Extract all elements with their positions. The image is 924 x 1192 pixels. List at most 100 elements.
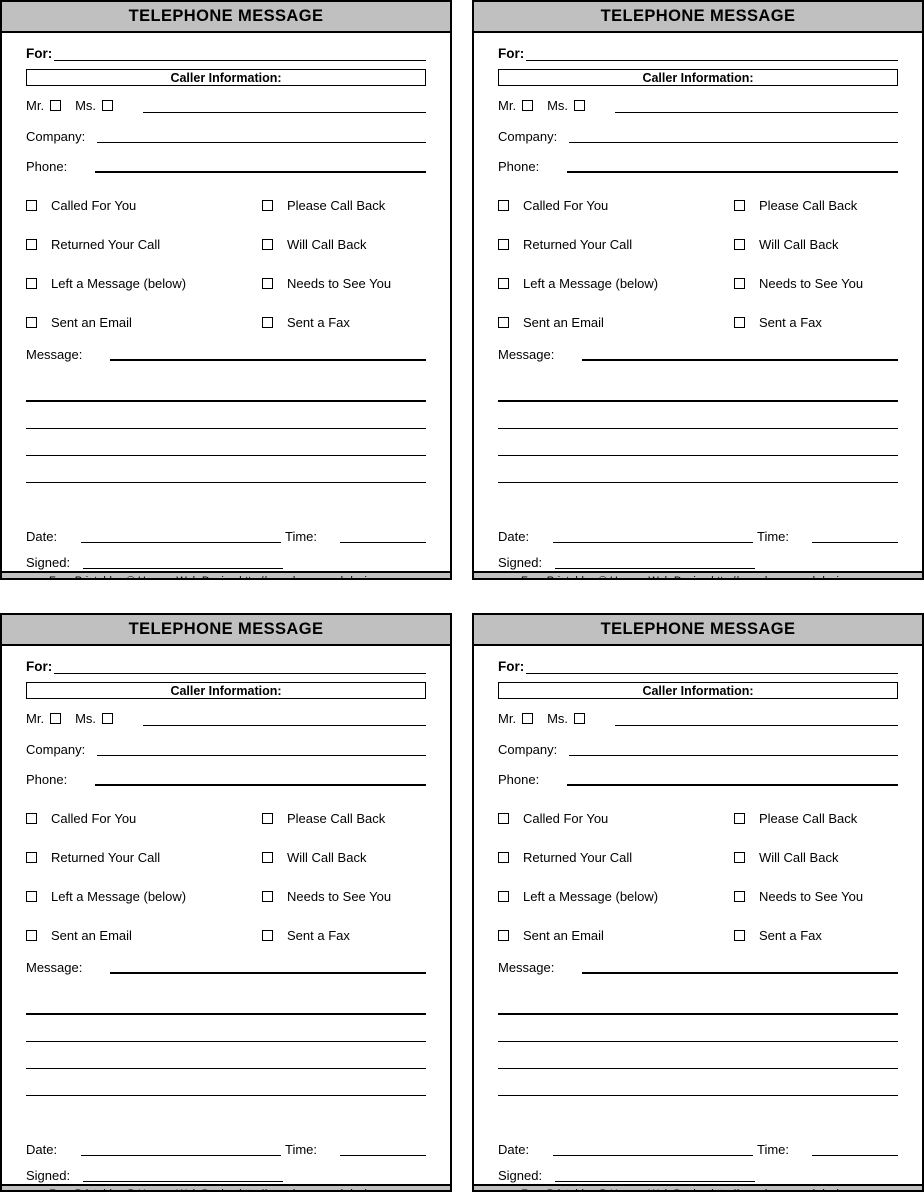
checkbox-left-a-message[interactable]: Left a Message (below) — [26, 889, 262, 904]
checkbox-box[interactable] — [262, 239, 273, 250]
message-input-line-5[interactable] — [498, 456, 898, 483]
signed-input-line[interactable] — [555, 1181, 756, 1182]
checkbox-sent-a-fax[interactable]: Sent a Fax — [262, 315, 426, 330]
checkbox-box[interactable] — [26, 930, 37, 941]
checkbox-sent-an-email[interactable]: Sent an Email — [498, 928, 734, 943]
checkbox-please-call-back[interactable]: Please Call Back — [734, 811, 898, 826]
message-input-line-4[interactable] — [498, 1042, 898, 1069]
phone-input-line[interactable] — [95, 784, 426, 786]
checkbox-needs-to-see-you[interactable]: Needs to See You — [734, 889, 898, 904]
for-input-line[interactable] — [526, 60, 898, 61]
mr-checkbox[interactable] — [522, 99, 534, 111]
message-input-line-2[interactable] — [498, 374, 898, 402]
for-input-line[interactable] — [54, 673, 426, 674]
checkbox-box[interactable] — [262, 930, 273, 941]
checkbox-returned-your-call[interactable]: Returned Your Call — [26, 850, 262, 865]
checkbox-box[interactable] — [26, 891, 37, 902]
company-input-line[interactable] — [97, 755, 426, 756]
checkbox-sent-an-email[interactable]: Sent an Email — [26, 315, 262, 330]
checkbox-box[interactable] — [262, 200, 273, 211]
checkbox-will-call-back[interactable]: Will Call Back — [734, 237, 898, 252]
company-input-line[interactable] — [569, 755, 898, 756]
date-input-line[interactable] — [81, 542, 281, 543]
checkbox-called-for-you[interactable]: Called For You — [26, 811, 262, 826]
mr-checkbox[interactable] — [50, 712, 62, 724]
checkbox-left-a-message[interactable]: Left a Message (below) — [26, 276, 262, 291]
checkbox-box[interactable] — [262, 813, 273, 824]
caller-name-input-line[interactable] — [615, 111, 898, 113]
phone-input-line[interactable] — [567, 171, 898, 173]
checkbox-needs-to-see-you[interactable]: Needs to See You — [734, 276, 898, 291]
signed-input-line[interactable] — [83, 568, 284, 569]
checkbox-will-call-back[interactable]: Will Call Back — [262, 237, 426, 252]
checkbox-box[interactable] — [26, 239, 37, 250]
message-input-line-1[interactable] — [110, 359, 426, 361]
checkbox-box[interactable] — [262, 317, 273, 328]
checkbox-box[interactable] — [26, 278, 37, 289]
checkbox-box[interactable] — [498, 278, 509, 289]
message-input-line-1[interactable] — [582, 972, 898, 974]
message-input-line-3[interactable] — [26, 1015, 426, 1042]
message-input-line-1[interactable] — [582, 359, 898, 361]
checkbox-box[interactable] — [498, 891, 509, 902]
checkbox-box[interactable] — [734, 852, 745, 863]
checkbox-box[interactable] — [734, 930, 745, 941]
message-input-line-3[interactable] — [498, 402, 898, 429]
checkbox-box[interactable] — [26, 813, 37, 824]
checkbox-box[interactable] — [498, 200, 509, 211]
time-input-line[interactable] — [812, 1155, 898, 1156]
checkbox-returned-your-call[interactable]: Returned Your Call — [498, 237, 734, 252]
checkbox-please-call-back[interactable]: Please Call Back — [262, 198, 426, 213]
checkbox-box[interactable] — [498, 317, 509, 328]
checkbox-please-call-back[interactable]: Please Call Back — [262, 811, 426, 826]
message-input-line-5[interactable] — [498, 1069, 898, 1096]
checkbox-box[interactable] — [498, 852, 509, 863]
checkbox-returned-your-call[interactable]: Returned Your Call — [498, 850, 734, 865]
date-input-line[interactable] — [553, 1155, 753, 1156]
ms-checkbox[interactable] — [102, 712, 114, 724]
message-input-line-2[interactable] — [26, 374, 426, 402]
mr-checkbox[interactable] — [522, 712, 534, 724]
message-input-line-3[interactable] — [498, 1015, 898, 1042]
time-input-line[interactable] — [812, 542, 898, 543]
checkbox-box[interactable] — [26, 852, 37, 863]
checkbox-called-for-you[interactable]: Called For You — [26, 198, 262, 213]
message-input-line-2[interactable] — [26, 987, 426, 1015]
message-input-line-1[interactable] — [110, 972, 426, 974]
phone-input-line[interactable] — [567, 784, 898, 786]
checkbox-box[interactable] — [734, 317, 745, 328]
for-input-line[interactable] — [526, 673, 898, 674]
ms-checkbox[interactable] — [102, 99, 114, 111]
checkbox-sent-a-fax[interactable]: Sent a Fax — [734, 928, 898, 943]
checkbox-please-call-back[interactable]: Please Call Back — [734, 198, 898, 213]
for-input-line[interactable] — [54, 60, 426, 61]
time-input-line[interactable] — [340, 542, 426, 543]
message-input-line-4[interactable] — [26, 1042, 426, 1069]
company-input-line[interactable] — [97, 142, 426, 143]
ms-checkbox[interactable] — [574, 712, 586, 724]
checkbox-needs-to-see-you[interactable]: Needs to See You — [262, 889, 426, 904]
company-input-line[interactable] — [569, 142, 898, 143]
checkbox-box[interactable] — [734, 891, 745, 902]
checkbox-called-for-you[interactable]: Called For You — [498, 811, 734, 826]
checkbox-box[interactable] — [734, 200, 745, 211]
checkbox-box[interactable] — [262, 852, 273, 863]
checkbox-box[interactable] — [734, 278, 745, 289]
checkbox-left-a-message[interactable]: Left a Message (below) — [498, 889, 734, 904]
checkbox-will-call-back[interactable]: Will Call Back — [734, 850, 898, 865]
checkbox-left-a-message[interactable]: Left a Message (below) — [498, 276, 734, 291]
checkbox-box[interactable] — [262, 278, 273, 289]
checkbox-sent-an-email[interactable]: Sent an Email — [26, 928, 262, 943]
time-input-line[interactable] — [340, 1155, 426, 1156]
checkbox-sent-a-fax[interactable]: Sent a Fax — [262, 928, 426, 943]
checkbox-sent-an-email[interactable]: Sent an Email — [498, 315, 734, 330]
checkbox-box[interactable] — [26, 317, 37, 328]
date-input-line[interactable] — [553, 542, 753, 543]
checkbox-called-for-you[interactable]: Called For You — [498, 198, 734, 213]
phone-input-line[interactable] — [95, 171, 426, 173]
date-input-line[interactable] — [81, 1155, 281, 1156]
signed-input-line[interactable] — [83, 1181, 284, 1182]
signed-input-line[interactable] — [555, 568, 756, 569]
message-input-line-5[interactable] — [26, 1069, 426, 1096]
checkbox-needs-to-see-you[interactable]: Needs to See You — [262, 276, 426, 291]
